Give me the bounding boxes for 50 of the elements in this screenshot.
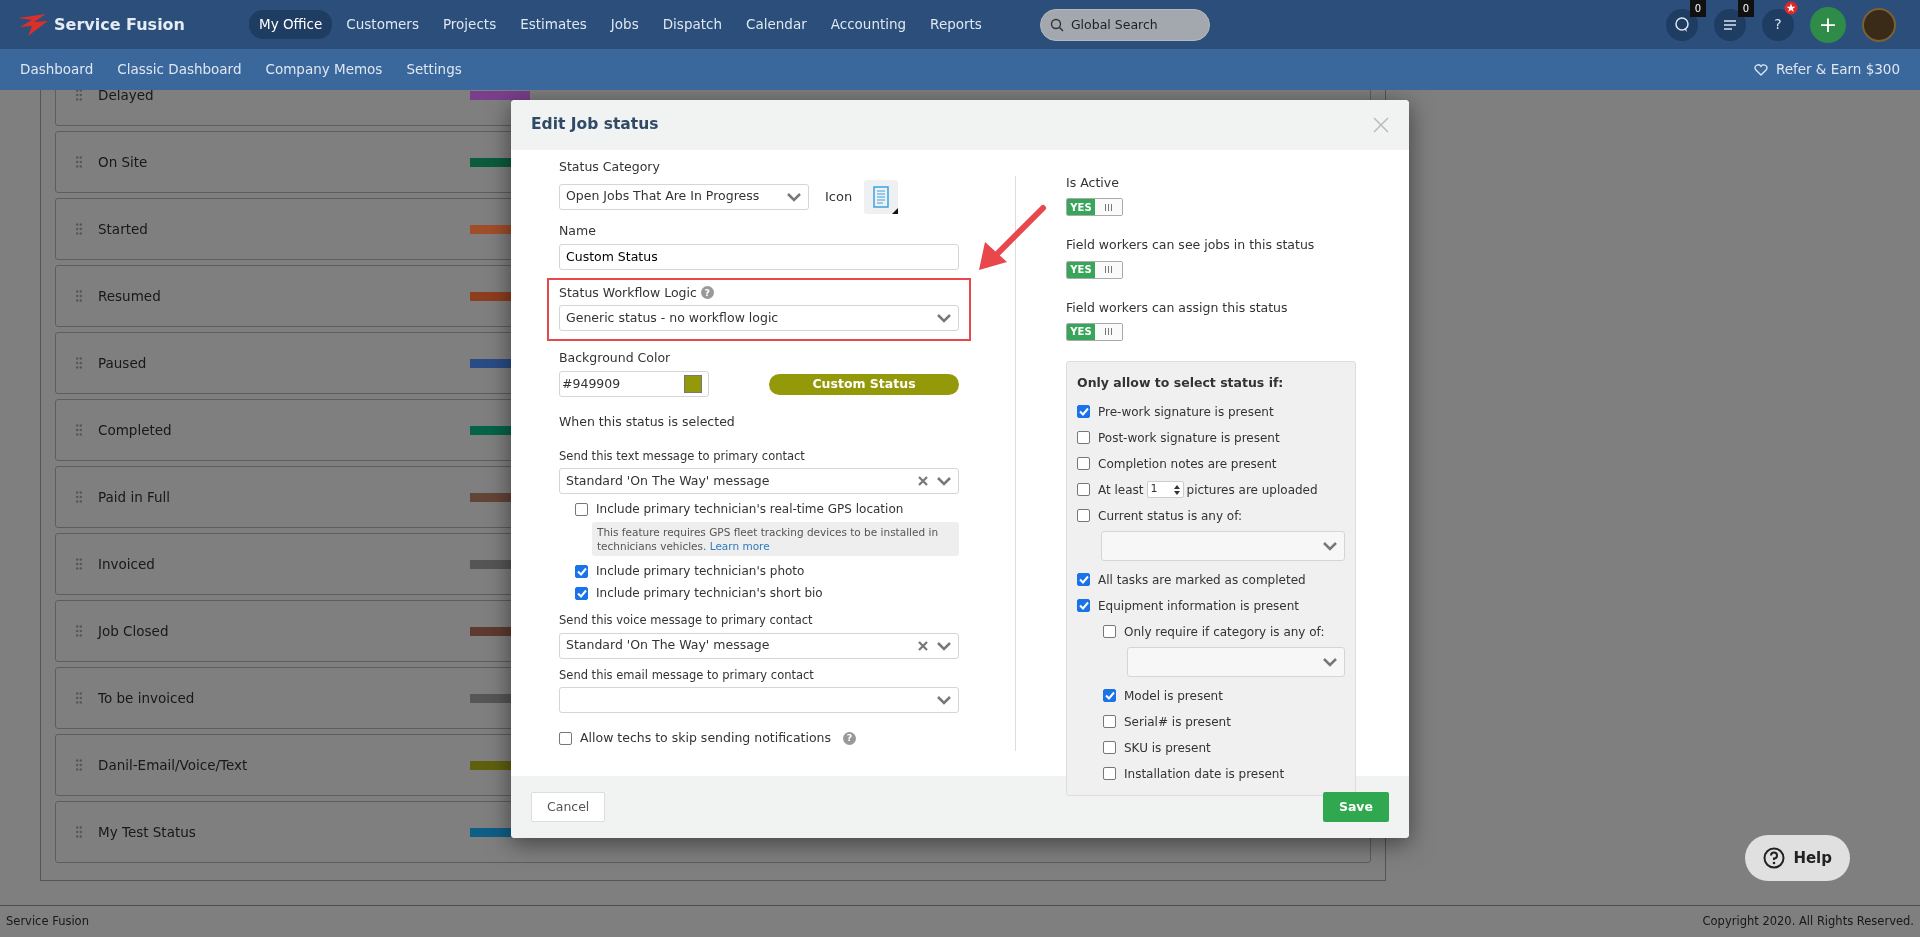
copyright-text: Copyright 2020. All Rights Reserved. [1702,912,1914,930]
status-name: Paid in Full [98,487,171,507]
gps-note: This feature requires GPS fleet tracking devices to be installed in technicians vehicles. Learn more [592,522,959,557]
field-label: Name [559,221,597,240]
field-label: Send this voice message to primary contact [559,612,814,630]
status-name: Delayed [98,90,154,105]
checkbox-label: Include primary technician's real-time GPS location [596,501,904,518]
status-name: Danil-Email/Voice/Text [98,755,248,775]
status-preview: Custom Status [769,373,959,395]
checkbox-label: All tasks are marked as completed [1098,571,1306,589]
field-label: Send this email message to primary contact [559,666,815,684]
checkbox-label: Include primary technician's short bio [596,585,823,603]
checkbox-label: Post-work signature is present [1098,429,1280,447]
checkbox-label: Completion notes are present [1098,455,1277,473]
checkbox-label: Only require if category is any of: [1124,623,1325,641]
status-name: Completed [98,420,172,440]
notification-count: 0 [1737,0,1754,17]
checkbox-label: pictures are uploaded [1186,481,1318,499]
checkbox-label: At least [1098,481,1144,499]
footer-brand: Service Fusion [6,912,89,930]
field-label: Send this text message to primary contact [559,447,806,465]
field-label: Status Category [559,158,661,176]
checkbox-label: Include primary technician's photo [596,563,805,581]
toggle-label: Field workers can assign this status [1066,298,1289,317]
field-label: Background Color [559,349,672,368]
checkbox-label: Installation date is present [1124,765,1285,783]
toggle-label: Is Active [1066,174,1120,192]
checkbox-label: Pre-work signature is present [1098,403,1274,421]
panel-heading: Only allow to select status if: [1077,373,1285,392]
icon-label: Icon [825,188,853,206]
dialog-title: Edit Job status [531,114,659,136]
checkbox-label: Serial# is present [1124,713,1231,731]
status-name: On Site [98,152,148,172]
toggle-label: Field workers can see jobs in this status [1066,236,1316,255]
status-name: Paused [98,353,147,373]
status-name: Job Closed [98,621,169,641]
status-name: My Test Status [98,822,196,842]
section-heading: When this status is selected [559,413,736,431]
notification-count: 0 [1689,0,1706,17]
field-label: Status Workflow Logic ? [559,283,959,303]
checkbox-label: Equipment information is present [1098,597,1300,615]
brand-name: Service Fusion [54,13,185,36]
checkbox-label: Allow techs to skip sending notifications [580,728,832,747]
checkbox-label: Current status is any of: [1098,507,1243,525]
checkbox-label: SKU is present [1124,739,1211,757]
status-name: Resumed [98,286,161,306]
status-name: To be invoiced [98,688,195,708]
status-name: Invoiced [98,554,155,574]
checkbox-label: Model is present [1124,687,1223,705]
status-name: Started [98,219,148,239]
